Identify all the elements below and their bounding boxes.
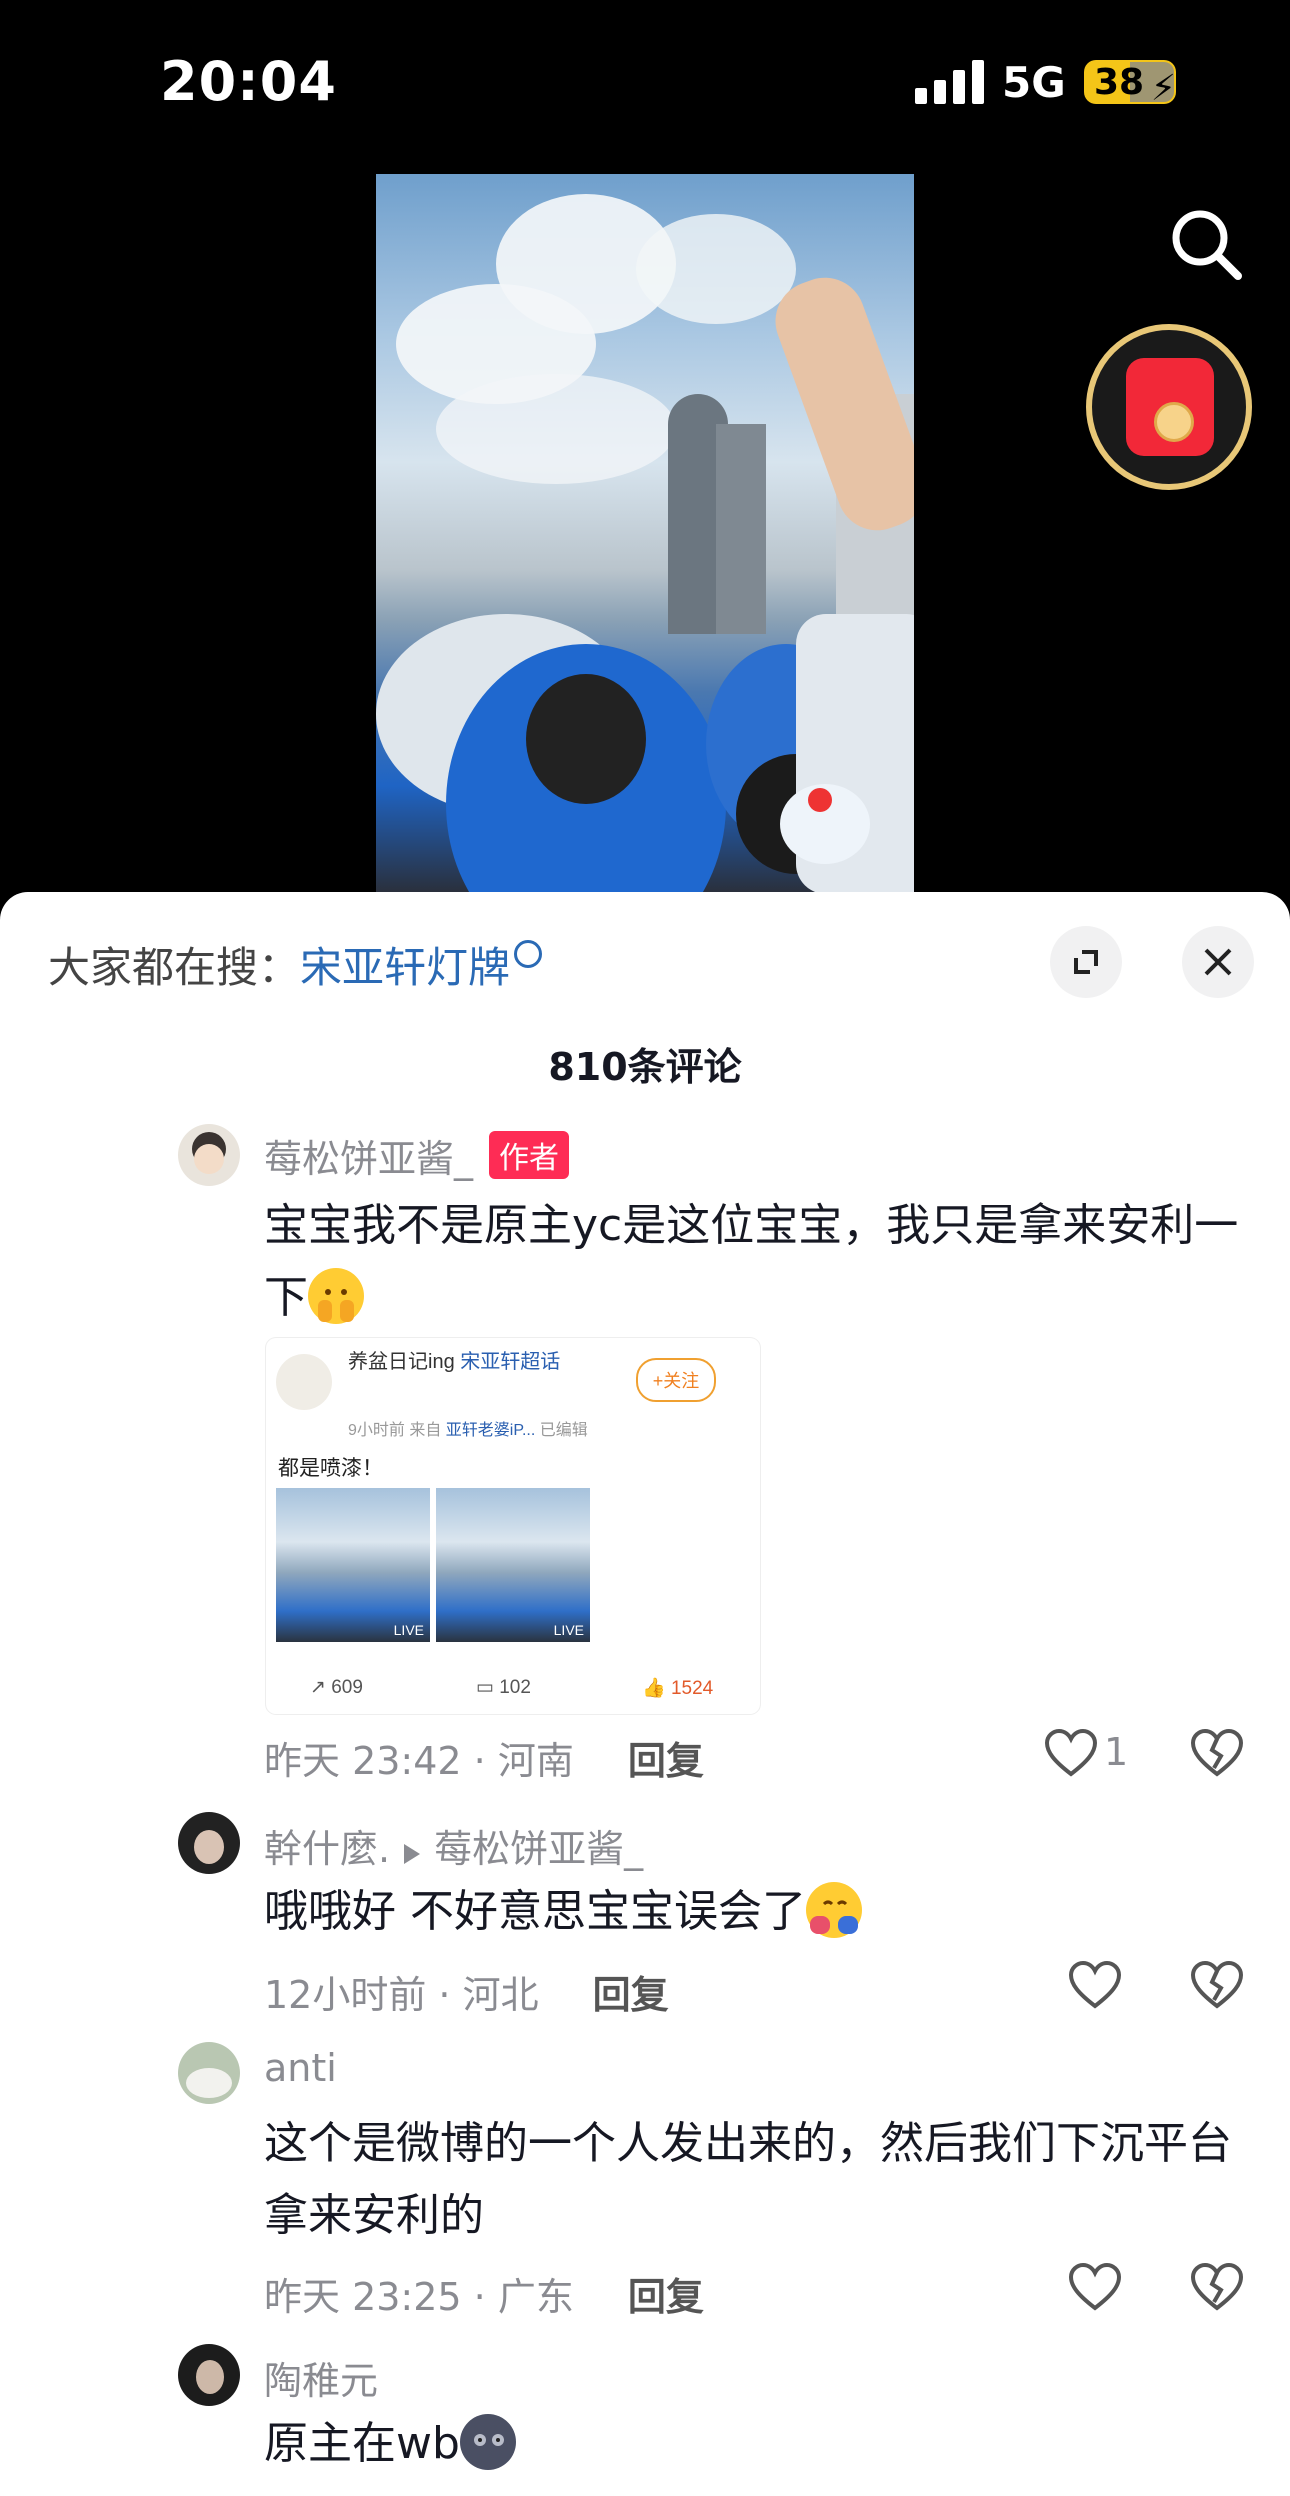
weibo-comments: ▭ 102 [476, 1677, 531, 1698]
weibo-photo: LIVE [436, 1488, 590, 1642]
comment-meta: 昨天 23:25 · 广东 回复 [264, 2275, 704, 2319]
signal-icon [915, 60, 984, 104]
reply-button[interactable]: 回复 [593, 1973, 669, 2017]
weibo-author: 养盆日记ing 宋亚轩超话 [348, 1351, 561, 1373]
reply-arrow-icon [404, 1844, 421, 1864]
close-icon [1204, 948, 1232, 976]
expand-icon [1074, 950, 1098, 974]
weibo-likes: 👍 1524 [642, 1678, 714, 1699]
comment-text: 宝宝我不是原主yc是这位宝宝，我只是拿来安利一下 [264, 1200, 1239, 1324]
comment-username[interactable]: 陶稚元 [264, 2350, 378, 2405]
comment-meta: 昨天 23:42 · 河南 回复 [264, 1739, 704, 1783]
reply-button[interactable]: 回复 [628, 2275, 704, 2319]
weibo-reposts: ↗ 609 [310, 1677, 363, 1698]
avatar [276, 1354, 332, 1410]
close-button[interactable] [1182, 926, 1254, 998]
live-label: LIVE [553, 1622, 584, 1638]
search-icon [514, 940, 543, 968]
comment-username[interactable]: anti [264, 2046, 337, 2090]
comment-count: 810条评论 [548, 1045, 742, 1089]
reply-button[interactable]: 回复 [628, 1739, 704, 1783]
pleading-hands-emoji [308, 1268, 364, 1324]
broken-heart-icon[interactable] [1190, 2262, 1244, 2312]
follow-button: +关注 [636, 1358, 716, 1402]
search-icon[interactable] [1166, 204, 1246, 284]
comment-meta: 12小时前 · 河北 回复 [264, 1973, 669, 2017]
avatar[interactable] [178, 2042, 240, 2104]
avatar[interactable] [178, 1812, 240, 1874]
red-envelope-button[interactable] [1086, 324, 1252, 490]
broken-heart-icon[interactable] [1190, 1728, 1244, 1778]
video-player[interactable] [376, 174, 914, 894]
avatar[interactable] [178, 2344, 240, 2406]
hugging-face-emoji [806, 1882, 862, 1938]
charging-bolt-icon: ⚡ [1150, 68, 1176, 109]
expand-button[interactable] [1050, 926, 1122, 998]
live-label: LIVE [393, 1622, 424, 1638]
author-badge: 作者 [489, 1131, 570, 1179]
weibo-photo: LIVE [276, 1488, 430, 1642]
comment-text: 这个是微博的一个人发出来的，然后我们下沉平台拿来安利的 [264, 2118, 1232, 2241]
hot-search-bar[interactable]: 大家都在搜：宋亚轩灯牌 [48, 934, 543, 995]
hot-search-link[interactable]: 宋亚轩灯牌 [300, 943, 510, 992]
like-count: 1 [1104, 1730, 1129, 1774]
heart-icon[interactable] [1068, 1960, 1122, 2010]
heart-icon[interactable] [1044, 1728, 1098, 1778]
hot-search-prefix: 大家都在搜： [48, 943, 301, 992]
battery-level: 38 [1094, 61, 1145, 103]
attached-image[interactable]: 养盆日记ing 宋亚轩超话 +关注 9小时前 来自 亚轩老婆iP... 已编辑 … [266, 1338, 760, 1714]
comment-username[interactable]: 幹什麼. 莓松饼亚酱_ [264, 1818, 643, 1873]
weibo-text: 都是喷漆！ [278, 1457, 383, 1480]
new-moon-face-emoji [459, 2414, 516, 2470]
weibo-time: 9小时前 来自 亚轩老婆iP... 已编辑 [348, 1422, 588, 1439]
comment-text: 原主在wb [264, 2408, 1254, 2480]
avatar[interactable] [178, 1124, 240, 1186]
broken-heart-icon[interactable] [1190, 1960, 1244, 2010]
comment-username[interactable]: 莓松饼亚酱_ 作者 [264, 1128, 570, 1183]
comment-text: 哦哦好 不好意思宝宝误会了 [264, 1876, 1254, 1948]
network-type: 5G [1002, 58, 1066, 107]
battery-icon: 38 ⚡ [1084, 60, 1176, 109]
heart-icon[interactable] [1068, 2262, 1122, 2312]
status-time: 20:04 [160, 50, 337, 113]
